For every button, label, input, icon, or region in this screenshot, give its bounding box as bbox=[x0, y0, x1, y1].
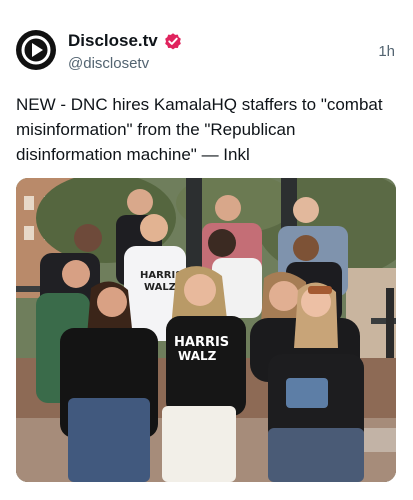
shirt-text-left-2: WALZ bbox=[144, 282, 176, 293]
shirt-text-center: HARRIS bbox=[174, 335, 229, 350]
user-handle[interactable]: @disclosetv bbox=[68, 55, 183, 72]
post-text: NEW - DNC hires KamalaHQ staffers to "co… bbox=[16, 95, 383, 164]
group-photo-illustration: HARRIS WALZ HARRIS WALZ bbox=[16, 178, 396, 482]
play-logo-icon bbox=[17, 31, 55, 69]
author-info: Disclose.tv @disclosetv bbox=[68, 30, 183, 72]
shirt-text-center-2: WALZ bbox=[178, 349, 217, 363]
post-card[interactable]: Disclose.tv @disclosetv 1h NEW - DNC hir… bbox=[0, 0, 413, 500]
post-image[interactable]: HARRIS WALZ HARRIS WALZ bbox=[16, 178, 396, 482]
post-timestamp[interactable]: 1h bbox=[378, 43, 395, 60]
display-name[interactable]: Disclose.tv bbox=[68, 31, 158, 51]
profile-avatar[interactable] bbox=[16, 30, 56, 70]
verified-badge-icon bbox=[164, 33, 181, 50]
